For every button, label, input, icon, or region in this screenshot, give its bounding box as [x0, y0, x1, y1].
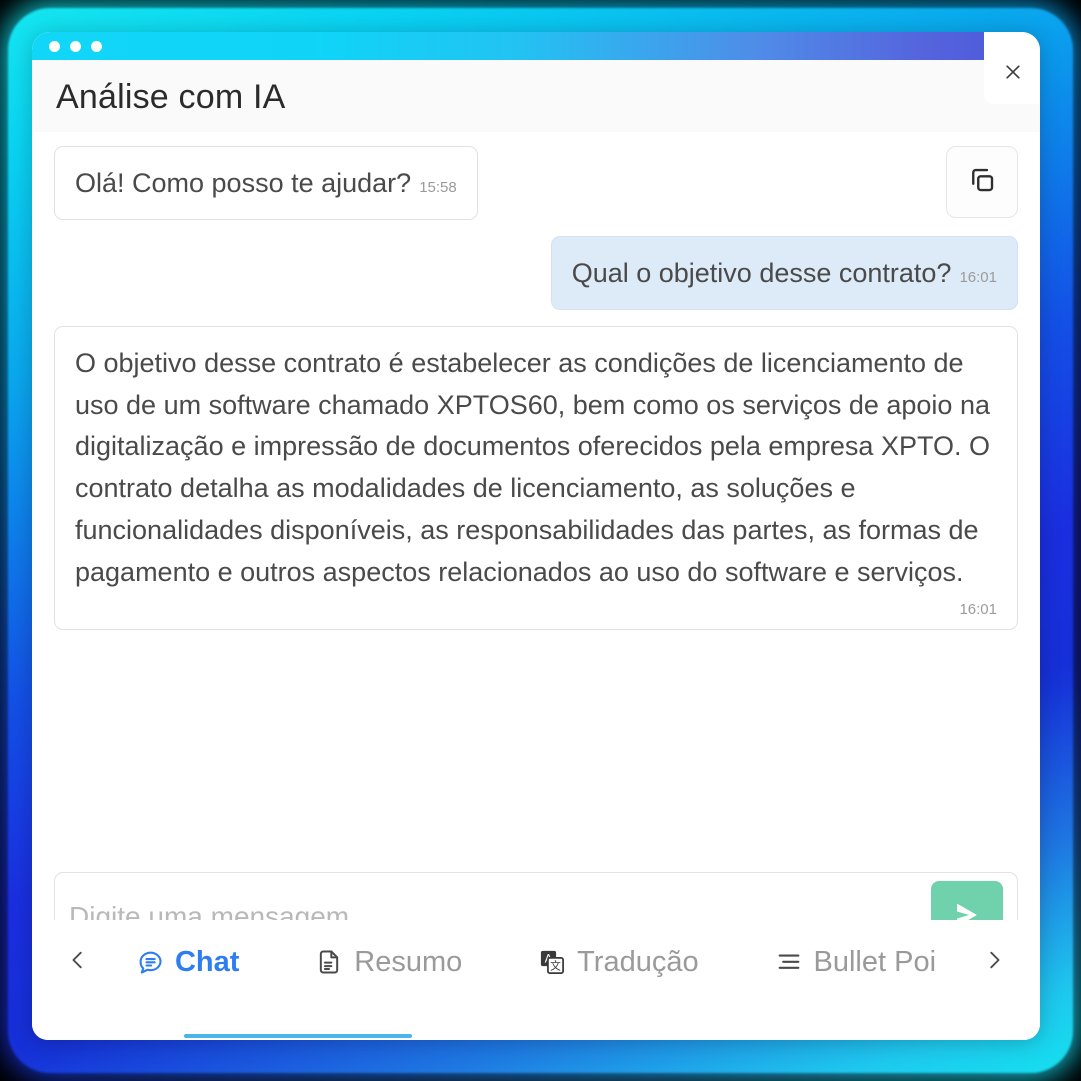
dialog-header: Análise com IA — [32, 32, 1040, 132]
chat-message-list[interactable]: Olá! Como posso te ajudar? 15:58 Qual o o… — [32, 132, 1040, 862]
traffic-light-dot-3[interactable] — [91, 40, 102, 52]
tabbar-prev-button[interactable] — [58, 934, 98, 990]
chevron-right-icon — [983, 949, 1005, 976]
tab-traducao[interactable]: A 文 Tradução — [538, 945, 699, 979]
svg-text:文: 文 — [550, 960, 561, 973]
tabbar-next-button[interactable] — [974, 934, 1014, 990]
tab-chat[interactable]: Chat — [136, 946, 239, 979]
tab-label: Chat — [174, 945, 240, 978]
message-timestamp: 16:01 — [959, 600, 997, 618]
message-row-user: Qual o objetivo desse contrato? 16:01 — [54, 235, 1018, 310]
message-timestamp: 15:58 — [419, 179, 457, 196]
tab-label: Bullet Poi — [813, 945, 937, 978]
copy-icon — [967, 165, 997, 200]
message-bubble-bot: Olá! Como posso te ajudar? 15:58 — [54, 146, 478, 220]
window-titlebar — [32, 32, 1040, 60]
tab-label: Tradução — [577, 945, 699, 978]
traffic-light-dot-2[interactable] — [70, 40, 81, 52]
close-button[interactable] — [984, 32, 1040, 104]
app-window: Análise com IA Olá! Como posso te ajudar… — [32, 32, 1040, 1040]
tab-label: Resumo — [354, 945, 463, 978]
copy-button[interactable] — [946, 146, 1018, 218]
document-icon — [315, 948, 343, 976]
close-icon — [1003, 62, 1023, 87]
bottom-tabbar: Chat Resumo 文 Tradução Bullet Poi — [32, 920, 1040, 1040]
message-timestamp: 16:01 — [959, 268, 997, 286]
tab-resumo[interactable]: Resumo — [315, 946, 462, 979]
tab-bullet-points[interactable]: Bullet Poi — [775, 945, 937, 979]
message-row-bot-greeting: Olá! Como posso te ajudar? 15:58 — [54, 146, 1018, 220]
bullet-list-icon — [775, 948, 803, 976]
message-text: O objetivo desse contrato é estabelecer … — [75, 347, 990, 587]
message-text: Qual o objetivo desse contrato? — [571, 257, 952, 288]
active-tab-indicator — [184, 1034, 412, 1038]
page-title: Análise com IA — [56, 78, 286, 116]
tabbar-tabs: Chat Resumo 文 Tradução Bullet Poi — [98, 934, 974, 990]
message-bubble-bot: O objetivo desse contrato é estabelecer … — [54, 325, 1018, 630]
chevron-left-icon — [67, 949, 89, 976]
message-text: Olá! Como posso te ajudar? — [75, 168, 412, 198]
translate-icon: A 文 — [538, 948, 566, 976]
message-row-bot-answer: O objetivo desse contrato é estabelecer … — [54, 325, 1018, 630]
chat-bubble-icon — [136, 948, 164, 976]
traffic-light-dot-1[interactable] — [49, 40, 60, 52]
message-bubble-user: Qual o objetivo desse contrato? 16:01 — [550, 235, 1018, 310]
